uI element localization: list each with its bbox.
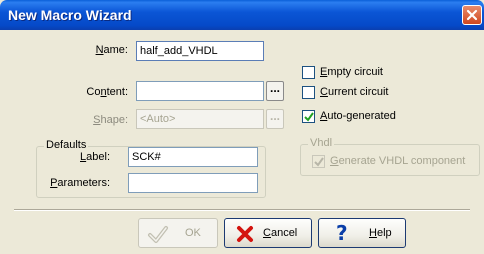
window-title: New Macro Wizard (8, 7, 132, 23)
name-label: Name: (95, 44, 128, 56)
generate-vhdl-checkbox (312, 155, 325, 168)
ok-button: OK (138, 218, 218, 248)
content-input[interactable] (136, 81, 264, 101)
checkmark-icon (148, 226, 168, 243)
shape-label: Shape: (93, 114, 128, 126)
current-circuit-label[interactable]: Current circuit (320, 86, 388, 98)
help-question-icon: ? (336, 222, 348, 244)
cancel-button[interactable]: Cancel (224, 218, 312, 248)
vhdl-group-title: Vhdl (308, 137, 335, 149)
cancel-button-label: Cancel (263, 227, 298, 239)
empty-circuit-checkbox[interactable] (302, 66, 315, 79)
content-browse-button[interactable]: ... (266, 81, 284, 101)
default-label-input[interactable]: SCK# (128, 147, 258, 167)
help-button-label: Help (369, 227, 392, 239)
shape-input: <Auto> (136, 109, 264, 129)
name-input[interactable]: half_add_VHDL (136, 41, 264, 61)
close-icon (466, 9, 478, 21)
generate-vhdl-label: Generate VHDL component (330, 155, 466, 167)
cancel-x-icon (237, 226, 253, 242)
svg-text:?: ? (336, 222, 348, 244)
current-circuit-checkbox[interactable] (302, 86, 315, 99)
auto-generated-label[interactable]: Auto-generated (320, 110, 396, 122)
shape-browse-button: ... (266, 109, 284, 129)
checkmark-icon (314, 157, 324, 167)
default-label-label: Label: (80, 151, 110, 163)
parameters-input[interactable] (128, 173, 258, 193)
title-bar[interactable]: New Macro Wizard (0, 0, 484, 30)
defaults-group-title: Defaults (44, 139, 89, 151)
content-label: Content: (86, 86, 128, 98)
ok-button-label: OK (185, 227, 201, 239)
separator (14, 209, 470, 211)
checkmark-icon (304, 112, 314, 122)
auto-generated-checkbox[interactable] (302, 110, 315, 123)
empty-circuit-label[interactable]: Empty circuit (320, 66, 383, 78)
parameters-label: Parameters: (50, 177, 110, 189)
help-button[interactable]: ? Help (318, 218, 406, 248)
close-button[interactable] (462, 5, 482, 25)
